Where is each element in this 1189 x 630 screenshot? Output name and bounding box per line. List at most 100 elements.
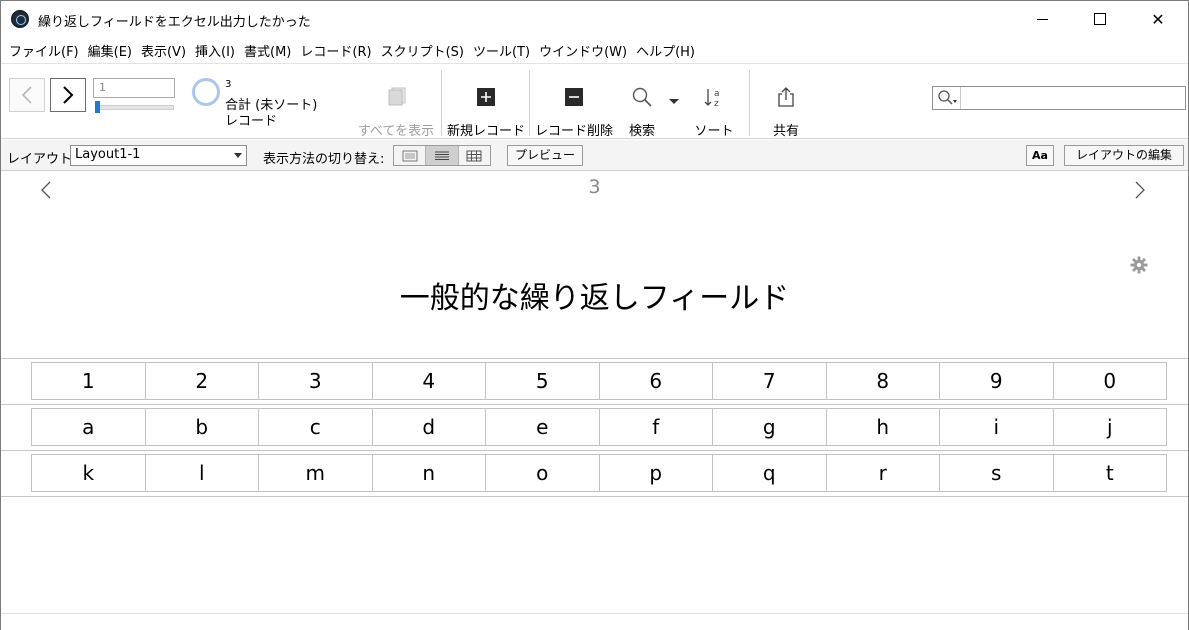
previous-record-button[interactable] [9, 78, 45, 112]
search-icon [632, 87, 652, 107]
delete-record-button[interactable]: レコード削除 [535, 64, 614, 140]
record-next-arrow[interactable] [1133, 180, 1147, 204]
repeating-field-band: a b c d e f g h i j [1, 404, 1188, 450]
layout-select[interactable]: Layout1-1 [70, 145, 247, 166]
repetition-cell[interactable]: 3 [259, 363, 373, 399]
find-button[interactable]: 検索 [619, 64, 665, 140]
find-dropdown-icon[interactable] [669, 99, 679, 104]
repetition-cell[interactable]: s [940, 455, 1054, 491]
repetition-cell[interactable]: p [600, 455, 713, 491]
toolbar-separator [441, 70, 442, 136]
current-record-number: 3 [588, 176, 601, 198]
preview-button[interactable]: プレビュー [507, 145, 583, 166]
repetition-cell[interactable]: a [32, 409, 146, 445]
svg-text:z: z [714, 99, 719, 108]
repetition-cell[interactable]: o [486, 455, 600, 491]
repetition-cell[interactable]: c [259, 409, 373, 445]
repetition-cell[interactable]: r [827, 455, 940, 491]
edit-layout-button[interactable]: レイアウトの編集 [1064, 145, 1184, 166]
repetition-cell[interactable]: 8 [827, 363, 940, 399]
chevron-left-icon [21, 86, 32, 104]
share-icon [778, 87, 794, 107]
repetition-cell[interactable]: 5 [486, 363, 600, 399]
delete-record-label: レコード削除 [535, 124, 614, 139]
next-record-button[interactable] [50, 78, 86, 112]
menu-file[interactable]: ファイル(F) [7, 39, 85, 62]
menu-bar: ファイル(F) 編集(E) 表示(V) 挿入(I) 書式(M) レコード(R) … [1, 39, 702, 61]
quick-find-options[interactable] [933, 87, 961, 109]
repetition-cell[interactable]: m [259, 455, 373, 491]
find-label: 検索 [628, 124, 655, 139]
menu-edit[interactable]: 編集(E) [86, 39, 138, 62]
layout-select-value: Layout1-1 [75, 147, 141, 162]
repetition-cell[interactable]: b [146, 409, 259, 445]
repetition-cell[interactable]: 6 [600, 363, 713, 399]
repeating-field-band: 1 2 3 4 5 6 7 8 9 0 [1, 358, 1188, 404]
repetition-cell[interactable]: f [600, 409, 713, 445]
menu-format[interactable]: 書式(M) [242, 39, 297, 62]
menu-tools[interactable]: ツール(T) [471, 39, 536, 62]
repetition-cell[interactable]: k [32, 455, 146, 491]
record-slider-thumb[interactable] [95, 101, 100, 113]
repetition-cell[interactable]: 9 [940, 363, 1054, 399]
repetition-cell[interactable]: q [713, 455, 827, 491]
repetition-cell[interactable]: l [146, 455, 259, 491]
sort-label: ソート [694, 124, 734, 139]
chevron-right-icon [1135, 181, 1145, 199]
view-as-table-button[interactable] [458, 146, 490, 165]
repetition-cell[interactable]: t [1054, 455, 1167, 491]
close-button[interactable]: ✕ [1135, 1, 1181, 37]
app-logo-icon [11, 10, 29, 28]
toolbar-separator [749, 70, 750, 136]
repetition-cell[interactable]: d [373, 409, 486, 445]
share-button[interactable]: 共有 [761, 64, 811, 140]
view-as-list-button[interactable] [426, 146, 459, 165]
show-all-icon [388, 87, 406, 106]
layout-content: 3 一般的な繰り返しフィールド 1 2 3 4 5 6 7 8 9 0 a b … [1, 172, 1188, 630]
repetition-cell[interactable]: i [940, 409, 1054, 445]
record-slider[interactable] [95, 101, 174, 113]
minimize-button[interactable] [1019, 1, 1065, 37]
plus-icon [477, 88, 495, 106]
share-label: 共有 [772, 124, 799, 139]
repetition-cell[interactable]: 7 [713, 363, 827, 399]
sort-button[interactable]: a z ソート [691, 64, 737, 140]
layout-footer-divider [1, 613, 1188, 614]
repeating-field: k l m n o p q r s t [31, 454, 1167, 492]
quick-find-field[interactable] [932, 86, 1186, 110]
sort-icon: a z [704, 89, 720, 108]
repetition-cell[interactable]: j [1054, 409, 1167, 445]
repetition-cell[interactable]: 1 [32, 363, 146, 399]
repetition-cell[interactable]: h [827, 409, 940, 445]
menu-help[interactable]: ヘルプ(H) [634, 39, 701, 62]
layout-heading: 一般的な繰り返しフィールド [399, 281, 790, 316]
show-all-button[interactable]: すべてを表示 [355, 64, 437, 140]
view-as-label: 表示方法の切り替え: [263, 152, 385, 167]
text-formatting-button[interactable]: Aa [1026, 145, 1054, 166]
repetition-cell[interactable]: 0 [1054, 363, 1167, 399]
menu-records[interactable]: レコード(R) [298, 39, 377, 62]
table-view-icon [466, 150, 482, 161]
layout-bar: レイアウト: Layout1-1 表示方法の切り替え: プレビュー Aa レイア… [1, 140, 1188, 171]
toolbar-separator [529, 70, 530, 136]
menu-view[interactable]: 表示(V) [139, 39, 192, 62]
repetition-cell[interactable]: 2 [146, 363, 259, 399]
chevron-down-icon [234, 153, 242, 158]
menu-window[interactable]: ウインドウ(W) [537, 39, 633, 62]
minus-icon [565, 88, 583, 106]
maximize-button[interactable] [1077, 1, 1123, 37]
show-all-label: すべてを表示 [357, 124, 435, 139]
repetition-cell[interactable]: g [713, 409, 827, 445]
repetition-cell[interactable]: 4 [373, 363, 486, 399]
menu-insert[interactable]: 挿入(I) [193, 39, 241, 62]
form-view-icon [402, 150, 418, 161]
app-window: 繰り返しフィールドをエクセル出力したかった ✕ ファイル(F) 編集(E) 表示… [0, 0, 1189, 630]
search-icon [937, 90, 957, 105]
view-as-form-button[interactable] [394, 146, 427, 165]
new-record-button[interactable]: 新規レコード [447, 64, 525, 140]
repetition-cell[interactable]: n [373, 455, 486, 491]
record-number-input[interactable]: 1 [93, 78, 175, 98]
repetition-cell[interactable]: e [486, 409, 600, 445]
menu-scripts[interactable]: スクリプト(S) [379, 39, 470, 62]
record-unit-label: レコード [225, 114, 278, 129]
